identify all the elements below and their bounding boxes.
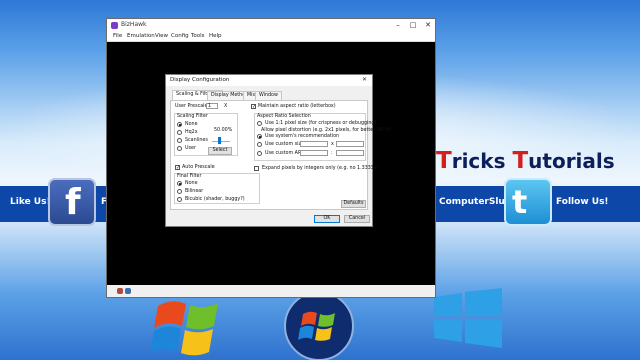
- allow-distortion-label: Allow pixel distortion (e.g. 2x1 pixels,…: [261, 128, 394, 133]
- filter-user-radio[interactable]: [177, 146, 182, 151]
- maintain-aspect-checkbox[interactable]: ✓: [251, 104, 256, 110]
- custom-height-input[interactable]: [336, 141, 364, 147]
- tab-window[interactable]: Window: [255, 91, 282, 100]
- dialog-close-button[interactable]: ✕: [362, 76, 367, 83]
- menu-help[interactable]: Help: [209, 33, 222, 39]
- final-bilinear-radio[interactable]: [177, 189, 182, 194]
- like-us-text: Like Us!: [10, 197, 51, 207]
- app-title: BizHawk: [121, 21, 147, 28]
- final-none-radio[interactable]: [177, 181, 182, 186]
- status-bar: [107, 285, 435, 297]
- ar-separator: :: [331, 151, 333, 156]
- final-bilinear-label: Bilinear: [185, 189, 204, 194]
- maintain-aspect-label: Maintain aspect ratio (letterbox): [258, 104, 336, 109]
- menu-file[interactable]: File: [113, 33, 122, 39]
- status-record-icon: [117, 288, 123, 294]
- brand-title: Tricks Tutorials: [436, 148, 615, 174]
- menu-config[interactable]: Config: [171, 33, 189, 39]
- user-prescale-input[interactable]: 1: [206, 103, 218, 109]
- windows-10-logo-icon: [434, 288, 502, 348]
- final-none-label: None: [185, 181, 198, 186]
- auto-prescale-label: Auto Prescale: [182, 165, 215, 170]
- handle-text: ComputerSlug: [439, 197, 512, 207]
- use-1to1-label: Use 1:1 pixel size (for crispness or deb…: [265, 121, 377, 126]
- defaults-button[interactable]: Defaults: [341, 200, 366, 208]
- close-button[interactable]: ✕: [421, 19, 435, 32]
- filter-hq2x-radio[interactable]: [177, 130, 182, 135]
- user-prescale-label: User Prescale: [175, 104, 208, 109]
- final-bicubic-radio[interactable]: [177, 197, 182, 202]
- filter-user-label: User: [185, 146, 196, 151]
- scanline-slider-track: [212, 141, 230, 142]
- windows-xp-logo-icon: [152, 301, 218, 356]
- final-bicubic-label: Bicubic (shader, buggy?): [185, 197, 245, 202]
- user-prescale-suffix: X: [224, 104, 228, 109]
- scanline-percent: 50.00%: [214, 128, 233, 133]
- auto-prescale-checkbox[interactable]: ✓: [175, 165, 180, 171]
- custom-ar-label: Use custom AR:: [265, 151, 303, 156]
- custom-width-input[interactable]: [300, 141, 328, 147]
- filter-none-label: None: [185, 122, 198, 127]
- use-1to1-radio[interactable]: [257, 121, 262, 126]
- minimize-button[interactable]: –: [391, 19, 405, 32]
- custom-ar-x-input[interactable]: [300, 150, 328, 156]
- custom-ar-radio[interactable]: [257, 151, 262, 156]
- menu-emulation[interactable]: Emulation: [127, 33, 155, 39]
- windows-7-orb-icon: [284, 291, 354, 360]
- facebook-icon[interactable]: f: [48, 178, 96, 226]
- aspect-ratio-title: Aspect Ratio Selection: [257, 114, 311, 119]
- filter-scanlines-radio[interactable]: [177, 138, 182, 143]
- expand-pixels-label: Expand pixels by integers only (e.g. no …: [262, 166, 379, 171]
- follow-us-text: Follow Us!: [556, 197, 609, 207]
- scanline-slider-thumb[interactable]: [218, 137, 221, 144]
- select-button[interactable]: Select: [208, 147, 232, 155]
- menu-tools[interactable]: Tools: [191, 33, 205, 39]
- menu-bar: File Emulation View Config Tools Help: [107, 32, 435, 42]
- custom-size-radio[interactable]: [257, 142, 262, 147]
- system-recommendation-radio[interactable]: [257, 134, 262, 139]
- expand-pixels-checkbox[interactable]: [254, 166, 259, 171]
- filter-hq2x-label: Hq2x: [185, 130, 198, 135]
- dialog-titlebar: Display Configuration ✕: [166, 75, 372, 86]
- menu-view[interactable]: View: [155, 33, 168, 39]
- final-filter-title: Final Filter: [177, 174, 202, 179]
- cancel-button[interactable]: Cancel: [344, 215, 370, 223]
- app-icon: [111, 22, 118, 29]
- twitter-icon[interactable]: t: [504, 178, 552, 226]
- scaling-filter-title: Scaling Filter: [177, 114, 208, 119]
- custom-ar-y-input[interactable]: [336, 150, 364, 156]
- filter-none-radio[interactable]: [177, 122, 182, 127]
- system-recommendation-label: Use system's recommendation: [265, 134, 340, 139]
- maximize-button[interactable]: □: [406, 19, 420, 32]
- filter-scanlines-label: Scanlines: [185, 138, 208, 143]
- size-separator: x: [331, 142, 334, 147]
- ok-button[interactable]: OK: [314, 215, 340, 223]
- status-user-icon: [125, 288, 131, 294]
- dialog-title: Display Configuration: [170, 77, 230, 83]
- app-titlebar: BizHawk – □ ✕: [107, 19, 435, 32]
- display-config-dialog: Display Configuration ✕ Scaling & Filter…: [165, 74, 393, 227]
